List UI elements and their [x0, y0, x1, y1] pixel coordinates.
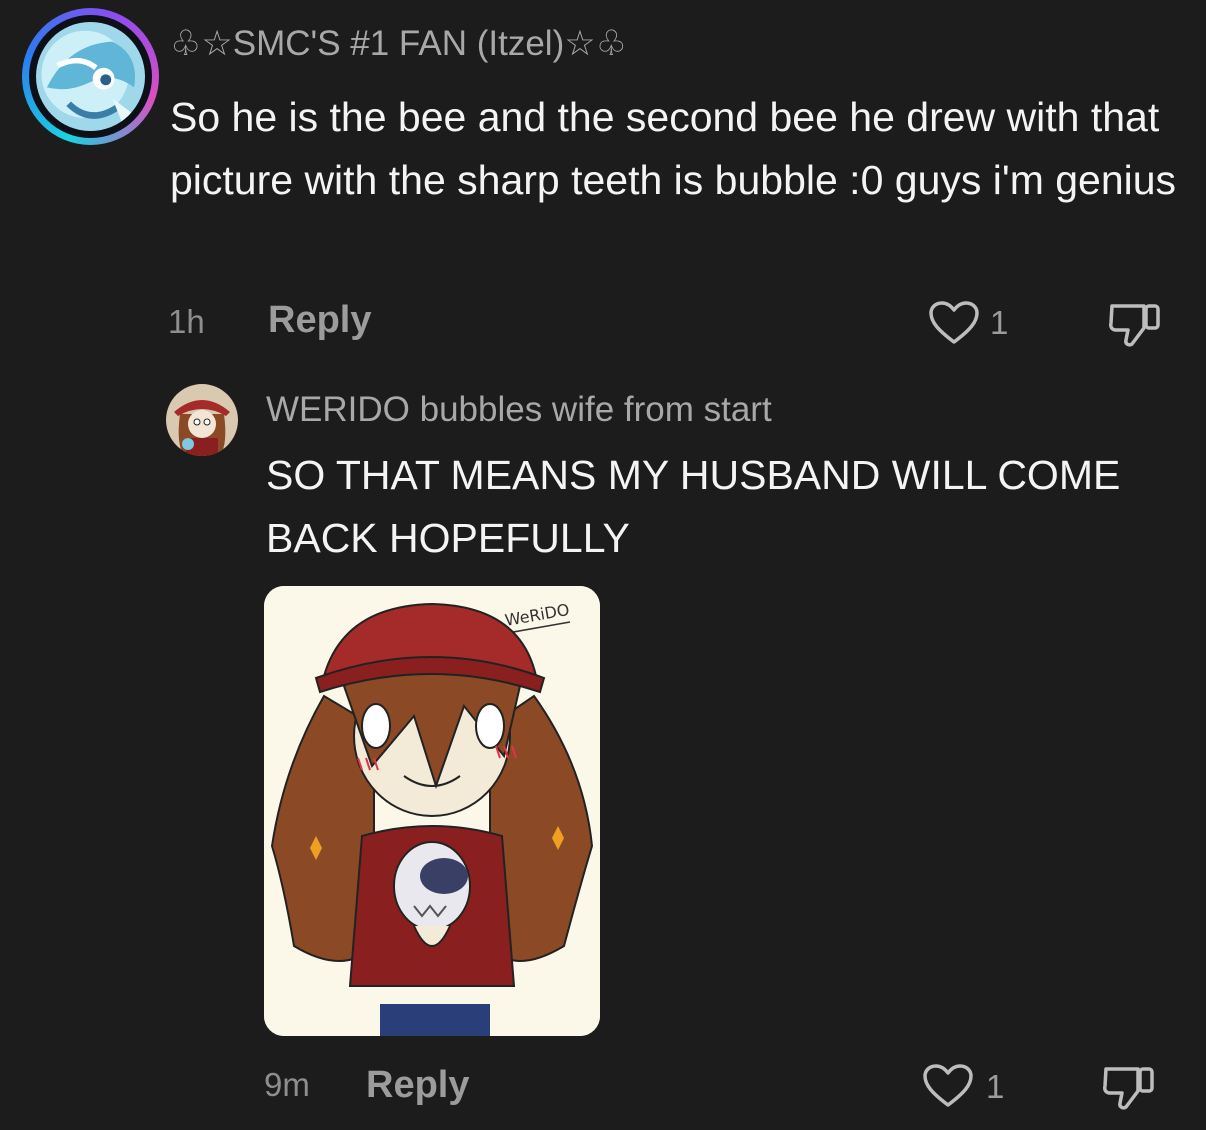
blue-character-avatar-icon [36, 22, 145, 131]
like-count: 1 [990, 304, 1009, 341]
drawn-character-image-icon: WeRiDO [264, 586, 600, 1036]
comment-text: So he is the bee and the second bee he d… [170, 94, 1177, 203]
comment-username[interactable]: WERIDO bubbles wife from start [266, 390, 772, 430]
avatar[interactable] [166, 384, 238, 456]
like-count: 1 [986, 1068, 1005, 1105]
comment-timestamp: 9m [264, 1066, 310, 1103]
thumbs-down-icon[interactable] [1100, 1061, 1156, 1113]
reply-button[interactable]: Reply [366, 1064, 469, 1107]
comment-attachment-image[interactable]: WeRiDO [264, 586, 600, 1036]
comment-username[interactable]: ♧☆SMC'S #1 FAN (Itzel)☆♧ [170, 24, 627, 64]
thumbs-down-icon[interactable] [1106, 298, 1162, 350]
comment-timestamp: 1h [168, 303, 205, 340]
reply-button[interactable]: Reply [268, 299, 371, 342]
heart-icon[interactable] [922, 1063, 974, 1109]
comment-text: SO THAT MEANS MY HUSBAND WILL COME BACK … [266, 452, 1121, 561]
red-hat-character-avatar-icon [166, 384, 238, 456]
avatar[interactable] [22, 8, 159, 145]
heart-icon[interactable] [928, 300, 980, 346]
